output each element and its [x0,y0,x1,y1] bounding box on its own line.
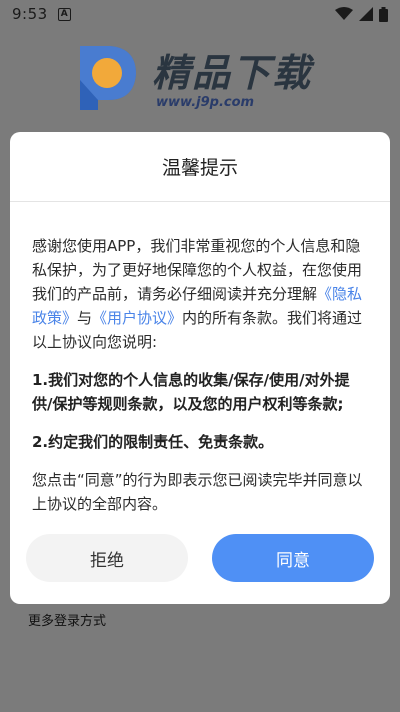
consent-text: 您点击“同意”的行为即表示您已阅读完毕并同意以上协议的全部内容。 [32,471,363,513]
notification-a-icon: A [57,7,71,21]
status-time: 9:53 [12,5,48,23]
reject-button[interactable]: 拒绝 [26,534,188,582]
app-logo: 精品下载 www.j9p.com [70,36,330,116]
intro-paragraph: 感谢您使用APP，我们非常重视您的个人信息和隐私保护，为了更好地保障您的个人权益… [32,234,368,354]
intro-text-1: 感谢您使用APP，我们非常重视您的个人信息和隐私保护，为了更好地保障您的个人权益… [32,237,363,303]
wifi-icon [335,7,353,21]
logo-p-icon [80,46,136,110]
privacy-dialog: 温馨提示 感谢您使用APP，我们非常重视您的个人信息和隐私保护，为了更好地保障您… [10,132,390,604]
intro-and: 与 [77,309,93,327]
logo-url: www.j9p.com [156,95,255,110]
dialog-buttons: 拒绝 同意 [26,534,374,582]
battery-icon [379,6,388,22]
agree-button[interactable]: 同意 [212,534,374,582]
point-2: 2.约定我们的限制责任、免责条款。 [32,433,274,451]
status-icons [335,6,388,22]
logo-title: 精品下载 [152,51,313,95]
signal-icon [359,7,373,21]
more-login-link[interactable]: 更多登录方式 [28,610,106,629]
dialog-title: 温馨提示 [10,132,390,202]
dialog-body: 感谢您使用APP，我们非常重视您的个人信息和隐私保护，为了更好地保障您的个人权益… [10,202,390,516]
user-agreement-link[interactable]: 《用户协议》 [92,309,182,327]
point-1: 1.我们对您的个人信息的收集/保存/使用/对外提供/保护等规则条款，以及您的用户… [32,371,350,413]
status-bar: 9:53 A [0,0,400,28]
